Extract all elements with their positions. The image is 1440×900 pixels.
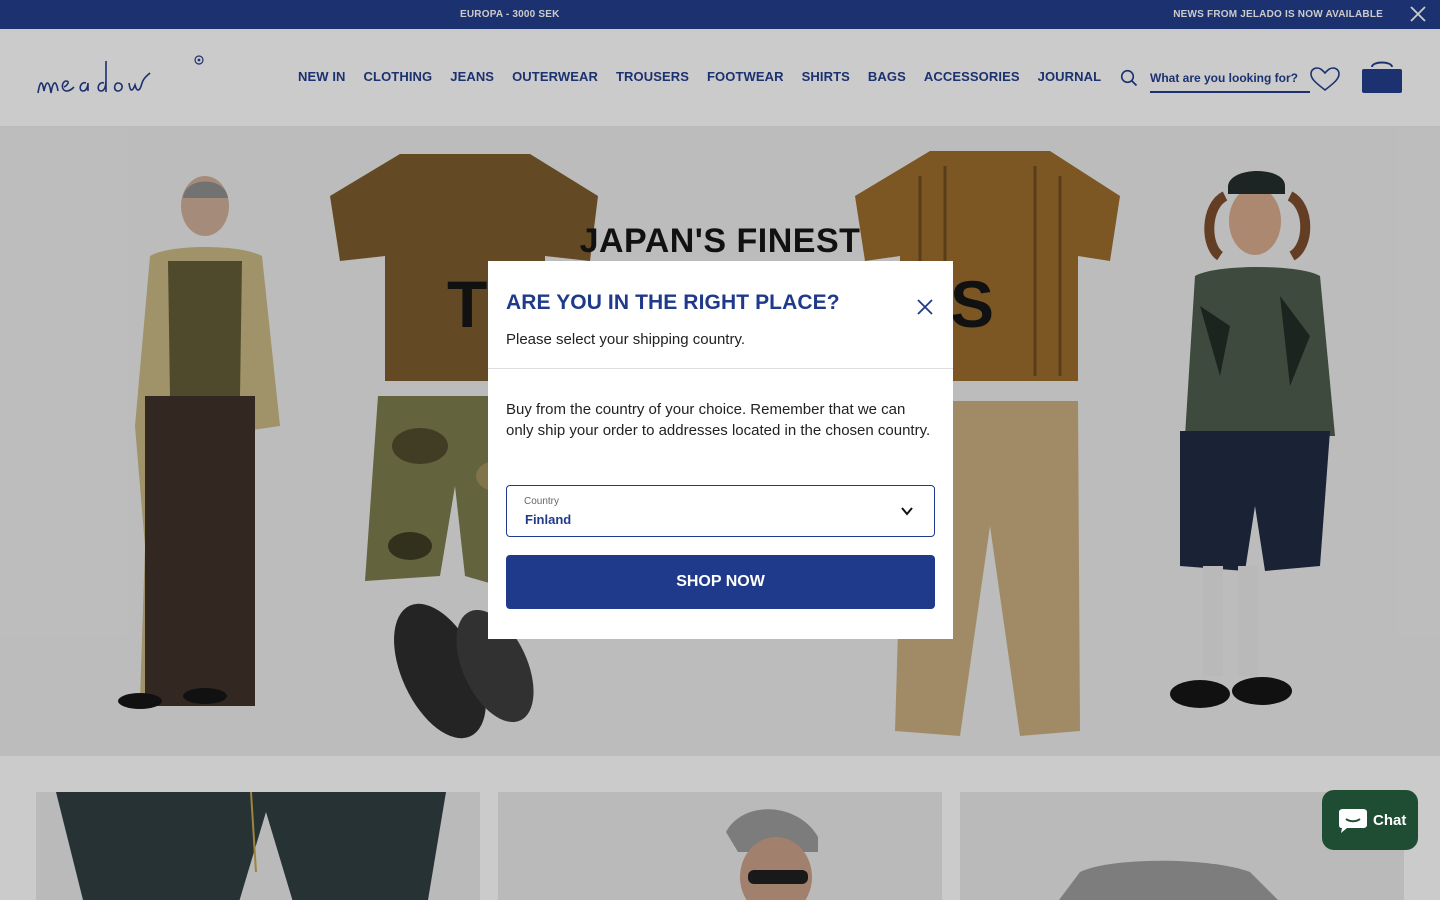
country-select[interactable]: Country Finland <box>506 485 935 537</box>
country-value: Finland <box>525 512 572 527</box>
modal-subtitle: Please select your shipping country. <box>506 331 746 348</box>
country-modal: ARE YOU IN THE RIGHT PLACE? Please selec… <box>488 261 953 639</box>
modal-body-text: Buy from the country of your choice. Rem… <box>506 401 931 439</box>
close-icon[interactable] <box>915 297 935 317</box>
country-label: Country <box>524 496 560 507</box>
modal-title: ARE YOU IN THE RIGHT PLACE? <box>506 291 840 314</box>
modal-divider <box>488 368 953 369</box>
chat-label: Chat <box>1373 812 1407 829</box>
chat-bubble-icon <box>1339 809 1367 833</box>
chat-widget-button[interactable]: Chat <box>1322 790 1418 850</box>
chevron-down-icon <box>901 507 913 516</box>
shop-now-button[interactable]: SHOP NOW <box>506 555 935 609</box>
